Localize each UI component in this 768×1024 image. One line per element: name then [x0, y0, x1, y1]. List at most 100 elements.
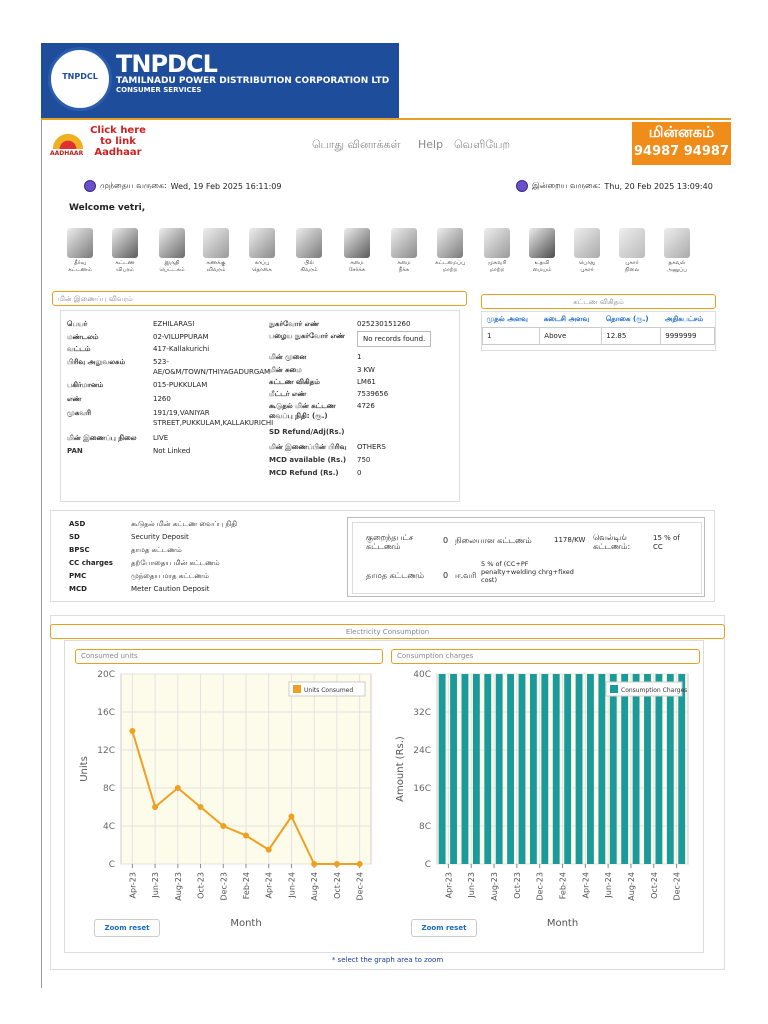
consumer-details-right: நுகர்வோர் எண் 025230151260 பழைய நுகர்வோர் … [269, 319, 459, 481]
menu-item-13[interactable]: புகார் நிலை [610, 228, 654, 274]
zoom-reset-button[interactable]: Zoom reset [94, 919, 160, 937]
tariff-header: கட்டண விகிதம் [481, 294, 716, 309]
detail-value: 1 [357, 353, 362, 361]
x-tick-label: Apr-23 [444, 872, 453, 898]
detail-label: மீட்டர் எண் [269, 390, 307, 398]
bar [655, 674, 663, 864]
welding-charge-label: வெல்டிங் கட்டணம்: [593, 533, 631, 551]
bar [518, 674, 526, 864]
abbreviation-key: SD [69, 533, 80, 541]
detail-value: EZHILARASI [153, 320, 195, 328]
minnagam-helpline[interactable]: மின்னகம் 94987 94987 [632, 122, 731, 165]
service-icon [664, 228, 690, 258]
min-charge-label: குறைந்தபட்ச கட்டணம் [366, 533, 414, 551]
menu-item-1[interactable]: தீர்வு கட்டணம் [58, 228, 102, 274]
menu-item-label: கட்டண [115, 260, 135, 266]
page-frame-left [41, 118, 42, 988]
nav-help[interactable]: Help [418, 138, 443, 151]
menu-item-8[interactable]: சுமை நீக்க [382, 228, 426, 274]
service-icon [484, 228, 510, 258]
bar [666, 674, 674, 864]
detail-value: 0 [357, 469, 362, 477]
service-icon [574, 228, 600, 258]
nav-logout[interactable]: வெளியேற [454, 138, 510, 153]
consumer-panel: பெயர் EZHILARASI மண்டலம் 02-VILUPPURAM வட்டம… [60, 310, 460, 502]
detail-row: வட்டம் 417-Kallakurichi [67, 344, 272, 357]
min-charge-value: 0 [443, 536, 449, 545]
legend-swatch [610, 685, 618, 693]
menu-item-2[interactable]: கட்டண விபரம் [103, 228, 147, 274]
service-icon [619, 228, 645, 258]
charges-chart[interactable]: 40C 32C 24C 16C 8C C Apr-23 Jun-23 Aug-23 Oct-23 D… [391, 664, 700, 942]
menu-item-10[interactable]: முகவரி மாற்ற [475, 228, 519, 274]
y-axis-title: Units [79, 756, 90, 782]
y-tick-label: 16C [413, 784, 431, 794]
clock-icon [84, 180, 96, 192]
menu-item-11[interactable]: உதவி மையம் [520, 228, 564, 274]
gst-value: 5 % of (CC+PF penalty+welding chrg+fixed… [481, 560, 574, 584]
x-tick-label: Jun-24 [604, 872, 613, 899]
detail-label: மின் இணைப்பின் பிரிவு [269, 443, 347, 451]
x-tick-label: Apr-24 [581, 872, 590, 898]
bar [575, 674, 583, 864]
data-point [265, 846, 272, 853]
data-point [174, 785, 181, 791]
aadhaar-link-line-1: Click here [90, 125, 146, 136]
abbreviation-key: BPSC [69, 546, 90, 554]
gst-label: ஈ.வரி [455, 571, 477, 580]
menu-item-6[interactable]: பில் கிவரம் [287, 228, 331, 274]
legend-label: Consumption Charges [621, 687, 687, 694]
link-aadhaar-link[interactable]: Click here to link Aadhaar [88, 125, 148, 158]
menu-item-label: பெட்டகம் [159, 267, 185, 273]
menu-item-label: கிவரம் [300, 267, 318, 273]
x-tick-label: Apr-23 [128, 872, 137, 898]
x-tick-label: Oct-23 [197, 872, 206, 899]
y-tick-label: 40C [413, 670, 431, 680]
detail-row: SD Refund/Adj(Rs.) [269, 427, 459, 442]
menu-item-7[interactable]: சுமை சேர்க்க [335, 228, 379, 274]
aadhaar-link-line-2: to link [100, 136, 136, 147]
late-charge-value: 0 [443, 571, 449, 580]
menu-item-label: விவரம் [206, 267, 226, 273]
detail-value: 015-PUKKULAM [153, 381, 208, 389]
detail-value: 1260 [153, 395, 171, 403]
legend-swatch [293, 685, 301, 693]
tariff-col-to: கடைசி அளவு [539, 312, 602, 328]
brand-title: TNPDCL [116, 50, 218, 78]
legend-label: Units Consumed [304, 687, 353, 694]
detail-row: பகிர்மானம் 015-PUKKULAM [67, 380, 272, 394]
service-icon [344, 228, 370, 258]
aadhaar-sun-icon [50, 129, 86, 149]
y-tick-label: C [109, 860, 115, 870]
brand-subtitle: TAMILNADU POWER DISTRIBUTION CORPORATION… [116, 76, 390, 86]
bar [644, 674, 651, 864]
menu-item-label: சுமை [397, 260, 411, 266]
menu-item-4[interactable]: கணக்கு விவரம் [194, 228, 238, 274]
bar [438, 674, 446, 864]
units-chart-header: Consumed units [75, 649, 383, 664]
menu-item-12[interactable]: பொது புகார் [565, 228, 609, 274]
y-tick-label: 12C [97, 746, 115, 756]
old-consumer-field[interactable]: No records found. [357, 331, 432, 347]
detail-label: பகிர்மானம் [67, 381, 104, 389]
x-tick-label: Oct-23 [513, 872, 522, 899]
menu-item-5[interactable]: காப்பு தொகை [240, 228, 284, 274]
logo-text: TNPDCL [62, 72, 98, 81]
menu-item-14[interactable]: தகவல் அனுப்ப [655, 228, 699, 274]
x-tick-label: Apr-24 [265, 872, 274, 898]
y-tick-label: 24C [413, 746, 431, 756]
bar [495, 674, 503, 864]
last-visit-value: Wed, 19 Feb 2025 16:11:09 [170, 181, 282, 191]
nav-faq[interactable]: பொது வினாக்கள் [312, 138, 400, 153]
late-charge-label: தாமத கட்டணம் [366, 571, 425, 580]
zoom-reset-button[interactable]: Zoom reset [411, 919, 477, 937]
last-visit: முந்தைய வருகை: Wed, 19 Feb 2025 16:11:09 [84, 180, 281, 192]
menu-item-9[interactable]: கட்டமைப்பு மாற்ற [428, 228, 472, 274]
y-tick-label: C [425, 860, 431, 870]
table-row: 1 Above 12.85 9999999 [481, 327, 715, 345]
current-visit-value: Thu, 20 Feb 2025 13:09:40 [604, 181, 713, 191]
units-chart[interactable]: 20C 16C 12C 8C 4C C Apr-23 Jun-23 Aug-23 Oct-23 De… [75, 664, 383, 942]
detail-row: எண் 1260 [67, 394, 272, 408]
menu-item-3[interactable]: இருதி பெட்டகம் [150, 228, 194, 274]
x-tick-label: Jun-23 [151, 872, 160, 899]
